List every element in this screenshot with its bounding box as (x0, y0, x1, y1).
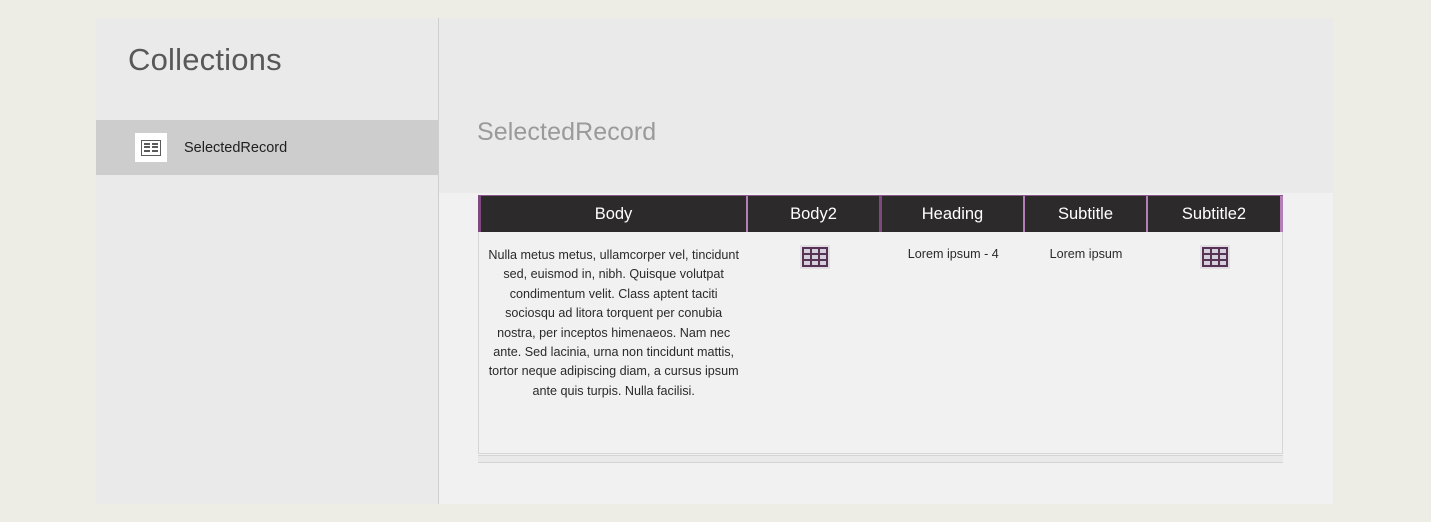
sidebar-item-selectedrecord[interactable]: SelectedRecord (96, 120, 439, 175)
record-card-icon-wrap (135, 133, 167, 162)
record-card-icon-right (152, 142, 158, 153)
cell-heading: Lorem ipsum - 4 (882, 232, 1025, 453)
collection-data-table: Body Body2 Heading Subtitle Subtitle2 Nu… (478, 195, 1283, 454)
cell-body: Nulla metus metus, ullamcorper vel, tinc… (479, 232, 748, 453)
page-title: Collections (128, 42, 282, 77)
app-root: Collections SelectedRecord SelectedRecor… (0, 0, 1431, 522)
content-header-band (439, 18, 1333, 193)
record-card-icon-left (144, 142, 150, 153)
cell-subtitle2 (1147, 232, 1282, 453)
column-header-body2[interactable]: Body2 (748, 196, 882, 232)
cell-heading-text: Lorem ipsum - 4 (907, 247, 999, 261)
table-row[interactable]: Nulla metus metus, ullamcorper vel, tinc… (478, 232, 1283, 454)
record-card-icon (141, 139, 161, 156)
column-header-heading[interactable]: Heading (882, 196, 1025, 232)
cell-body2 (748, 232, 882, 453)
table-grid-icon[interactable] (1199, 245, 1230, 269)
table-horizontal-scrollbar[interactable] (478, 455, 1283, 463)
cell-subtitle-text: Lorem ipsum (1049, 247, 1123, 261)
sidebar-item-label: SelectedRecord (184, 139, 288, 156)
column-header-subtitle[interactable]: Subtitle (1025, 196, 1148, 232)
cell-subtitle: Lorem ipsum (1025, 232, 1148, 453)
table-grid-icon[interactable] (800, 245, 831, 269)
cell-body-text: Nulla metus metus, ullamcorper vel, tinc… (488, 248, 739, 398)
collection-title: SelectedRecord (477, 118, 657, 146)
collections-sidebar: Collections SelectedRecord (96, 18, 439, 504)
column-header-body[interactable]: Body (481, 196, 748, 232)
table-header-row: Body Body2 Heading Subtitle Subtitle2 (478, 195, 1283, 232)
table-scrollbar-thumb[interactable] (478, 456, 1283, 462)
column-header-subtitle2[interactable]: Subtitle2 (1148, 196, 1283, 232)
